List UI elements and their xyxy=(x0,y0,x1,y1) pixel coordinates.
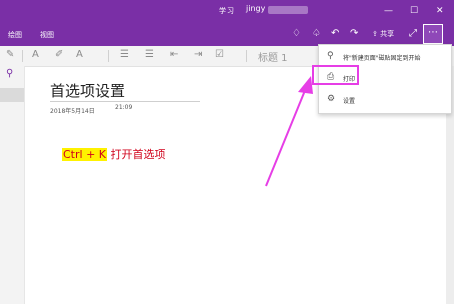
annotation-arrow xyxy=(265,76,313,187)
